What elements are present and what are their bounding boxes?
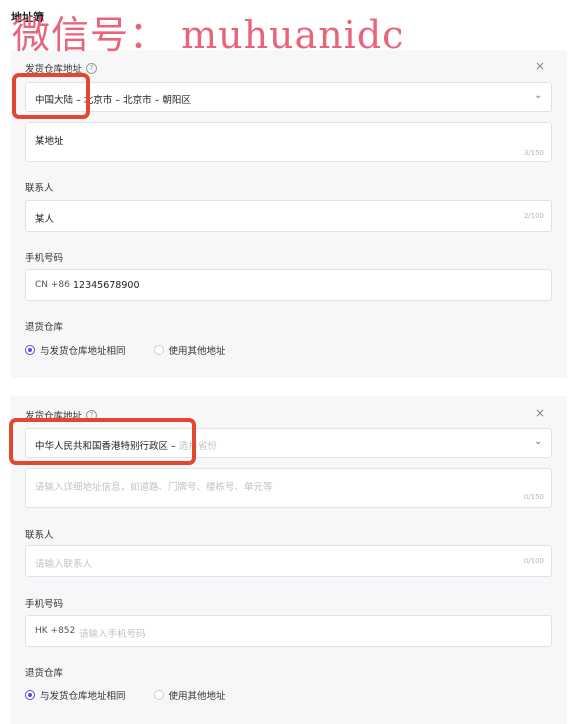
- return-warehouse-label: 退货仓库: [25, 322, 64, 333]
- phone-label: 手机号码: [25, 599, 64, 610]
- contact-label: 联系人: [25, 530, 54, 541]
- address-char-counter: 3/150: [523, 149, 544, 157]
- radio-selected-icon: [25, 345, 35, 355]
- phone-country-code[interactable]: HK +852: [35, 626, 75, 636]
- chevron-down-icon: ⌄: [534, 436, 543, 447]
- radio-other-address-label: 使用其他地址: [168, 346, 226, 357]
- address-detail-placeholder: 请输入详细地址信息，如道路、门牌号、楼栋号、单元等: [35, 482, 273, 493]
- phone-placeholder: 请输入手机号码: [79, 629, 146, 640]
- contact-field[interactable]: 请输入联系人 0/100: [25, 545, 552, 577]
- close-icon[interactable]: ×: [535, 59, 545, 73]
- contact-value: 某人: [35, 214, 55, 225]
- phone-field[interactable]: CN +86 12345678900: [25, 269, 552, 301]
- chevron-down-icon: ⌄: [534, 90, 543, 101]
- region-select[interactable]: 中国大陆 – 北京市 – 北京市 – 朝阳区 ⌄: [25, 82, 552, 112]
- contact-char-counter: 0/100: [523, 557, 544, 565]
- radio-unselected-icon: [153, 690, 164, 700]
- return-warehouse-label: 退货仓库: [25, 668, 64, 679]
- phone-country-code[interactable]: CN +86: [35, 280, 70, 290]
- contact-placeholder: 请输入联系人: [35, 559, 93, 570]
- close-icon[interactable]: ×: [535, 406, 545, 420]
- address-char-counter: 0/150: [523, 493, 544, 501]
- contact-char-counter: 2/100: [523, 212, 544, 220]
- phone-label: 手机号码: [25, 253, 64, 264]
- contact-field[interactable]: 某人 2/100: [25, 200, 552, 232]
- highlight-annotation-1: [12, 73, 90, 119]
- address-detail-field[interactable]: 请输入详细地址信息，如道路、门牌号、楼栋号、单元等 0/150: [25, 468, 552, 508]
- radio-same-address-label: 与发货仓库地址相同: [40, 691, 126, 702]
- radio-other-address-label: 使用其他地址: [168, 691, 226, 702]
- return-warehouse-options: 与发货仓库地址相同 使用其他地址: [25, 688, 254, 702]
- page-title: 地址簿: [11, 11, 44, 24]
- radio-same-address-label: 与发货仓库地址相同: [40, 346, 126, 357]
- radio-other-address[interactable]: 使用其他地址: [153, 343, 226, 357]
- radio-same-address[interactable]: 与发货仓库地址相同: [25, 688, 126, 702]
- phone-value: 12345678900: [73, 280, 140, 291]
- radio-same-address[interactable]: 与发货仓库地址相同: [25, 343, 126, 357]
- radio-unselected-icon: [153, 345, 164, 355]
- address-card-1: 发货仓库地址 ? × 中国大陆 – 北京市 – 北京市 – 朝阳区 ⌄ 某地址 …: [11, 50, 567, 378]
- address-detail-field[interactable]: 某地址 3/150: [25, 122, 552, 162]
- address-detail-value: 某地址: [35, 136, 64, 147]
- contact-label: 联系人: [25, 183, 54, 194]
- highlight-annotation-2: [9, 418, 196, 465]
- help-icon[interactable]: ?: [86, 62, 98, 74]
- phone-field[interactable]: HK +852 请输入手机号码: [25, 615, 552, 647]
- return-warehouse-options: 与发货仓库地址相同 使用其他地址: [25, 343, 254, 357]
- radio-other-address[interactable]: 使用其他地址: [153, 688, 226, 702]
- radio-selected-icon: [25, 690, 35, 700]
